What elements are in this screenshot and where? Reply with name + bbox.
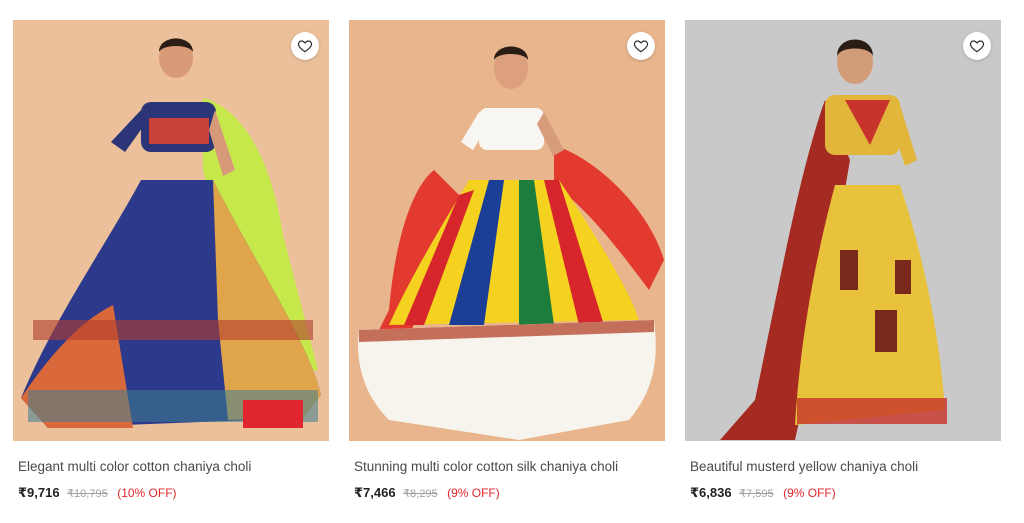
heart-icon <box>633 40 649 53</box>
product-title[interactable]: Elegant multi color cotton chaniya choli <box>18 459 329 475</box>
discount-label: (10% OFF) <box>117 486 177 500</box>
discount-label: (9% OFF) <box>783 486 836 500</box>
product-grid: Elegant multi color cotton chaniya choli… <box>0 0 1024 523</box>
product-image[interactable] <box>349 20 665 441</box>
price-row: ₹6,836 ₹7,595 (9% OFF) <box>690 485 1001 501</box>
heart-icon <box>297 40 313 53</box>
wishlist-button[interactable] <box>627 32 655 60</box>
product-info: Stunning multi color cotton silk chaniya… <box>349 441 665 501</box>
price-row: ₹7,466 ₹8,295 (9% OFF) <box>354 485 665 501</box>
original-price: ₹7,595 <box>739 488 774 500</box>
selling-price: ₹9,716 <box>18 485 60 500</box>
product-card[interactable]: Elegant multi color cotton chaniya choli… <box>13 20 329 501</box>
product-image[interactable] <box>685 20 1001 441</box>
product-image[interactable] <box>13 20 329 441</box>
wishlist-button[interactable] <box>291 32 319 60</box>
original-price: ₹8,295 <box>403 488 438 500</box>
selling-price: ₹6,836 <box>690 485 732 500</box>
original-price: ₹10,795 <box>67 488 108 500</box>
product-info: Elegant multi color cotton chaniya choli… <box>13 441 329 501</box>
product-card[interactable]: Beautiful musterd yellow chaniya choli ₹… <box>685 20 1001 501</box>
discount-label: (9% OFF) <box>447 486 500 500</box>
heart-icon <box>969 40 985 53</box>
product-title[interactable]: Beautiful musterd yellow chaniya choli <box>690 459 1001 475</box>
product-photo <box>13 20 329 441</box>
product-title[interactable]: Stunning multi color cotton silk chaniya… <box>354 459 665 475</box>
product-info: Beautiful musterd yellow chaniya choli ₹… <box>685 441 1001 501</box>
price-row: ₹9,716 ₹10,795 (10% OFF) <box>18 485 329 501</box>
product-photo <box>349 20 665 441</box>
wishlist-button[interactable] <box>963 32 991 60</box>
product-photo <box>685 20 1001 441</box>
selling-price: ₹7,466 <box>354 485 396 500</box>
product-card[interactable]: Stunning multi color cotton silk chaniya… <box>349 20 665 501</box>
